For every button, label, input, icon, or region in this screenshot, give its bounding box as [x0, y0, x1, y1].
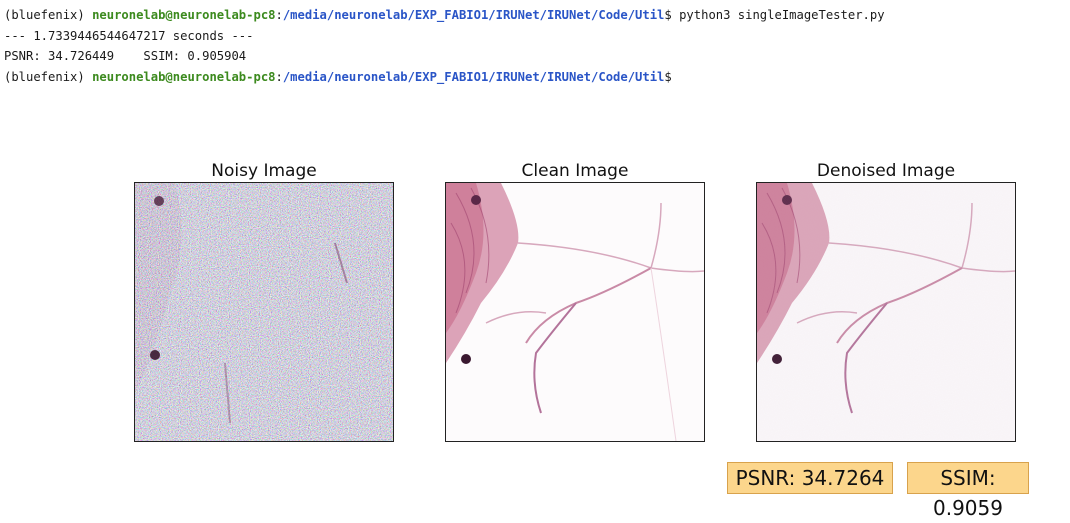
denoised-image: [756, 182, 1016, 442]
prompt-symbol: $: [664, 8, 680, 22]
user-host: neuronelab@neuronelab-pc8: [92, 69, 276, 84]
prompt-separator: :: [275, 8, 283, 22]
env-name: (bluefenix): [4, 69, 93, 84]
clean-image-title: Clean Image: [521, 161, 629, 181]
prompt-separator: :: [275, 69, 283, 84]
working-directory: /media/neuronelab/EXP_FABIO1/IRUNet/IRUN…: [282, 8, 665, 22]
timing-output: --- 1.7339446544647217 seconds ---: [4, 28, 254, 43]
noisy-image-title: Noisy Image: [211, 161, 317, 181]
command-text: python3 singleImageTester.py: [679, 8, 885, 22]
env-name: (bluefenix): [4, 8, 93, 22]
noisy-image: [134, 182, 394, 442]
terminal-output: (bluefenix) neuronelab@neuronelab-pc8:/m…: [4, 5, 885, 87]
clean-image: [445, 182, 705, 442]
metrics-output: PSNR: 34.726449 SSIM: 0.905904: [4, 49, 247, 63]
working-directory: /media/neuronelab/EXP_FABIO1/IRUNet/IRUN…: [282, 69, 665, 84]
terminal-prompt-line[interactable]: (bluefenix) neuronelab@neuronelab-pc8:/m…: [4, 67, 885, 88]
prompt-symbol: $: [664, 69, 672, 84]
terminal-command-line: (bluefenix) neuronelab@neuronelab-pc8:/m…: [4, 5, 885, 26]
psnr-badge: PSNR: 34.7264: [727, 462, 893, 494]
denoised-image-title: Denoised Image: [816, 161, 956, 181]
user-host: neuronelab@neuronelab-pc8: [92, 8, 276, 22]
ssim-badge: SSIM: 0.9059: [907, 462, 1029, 520]
